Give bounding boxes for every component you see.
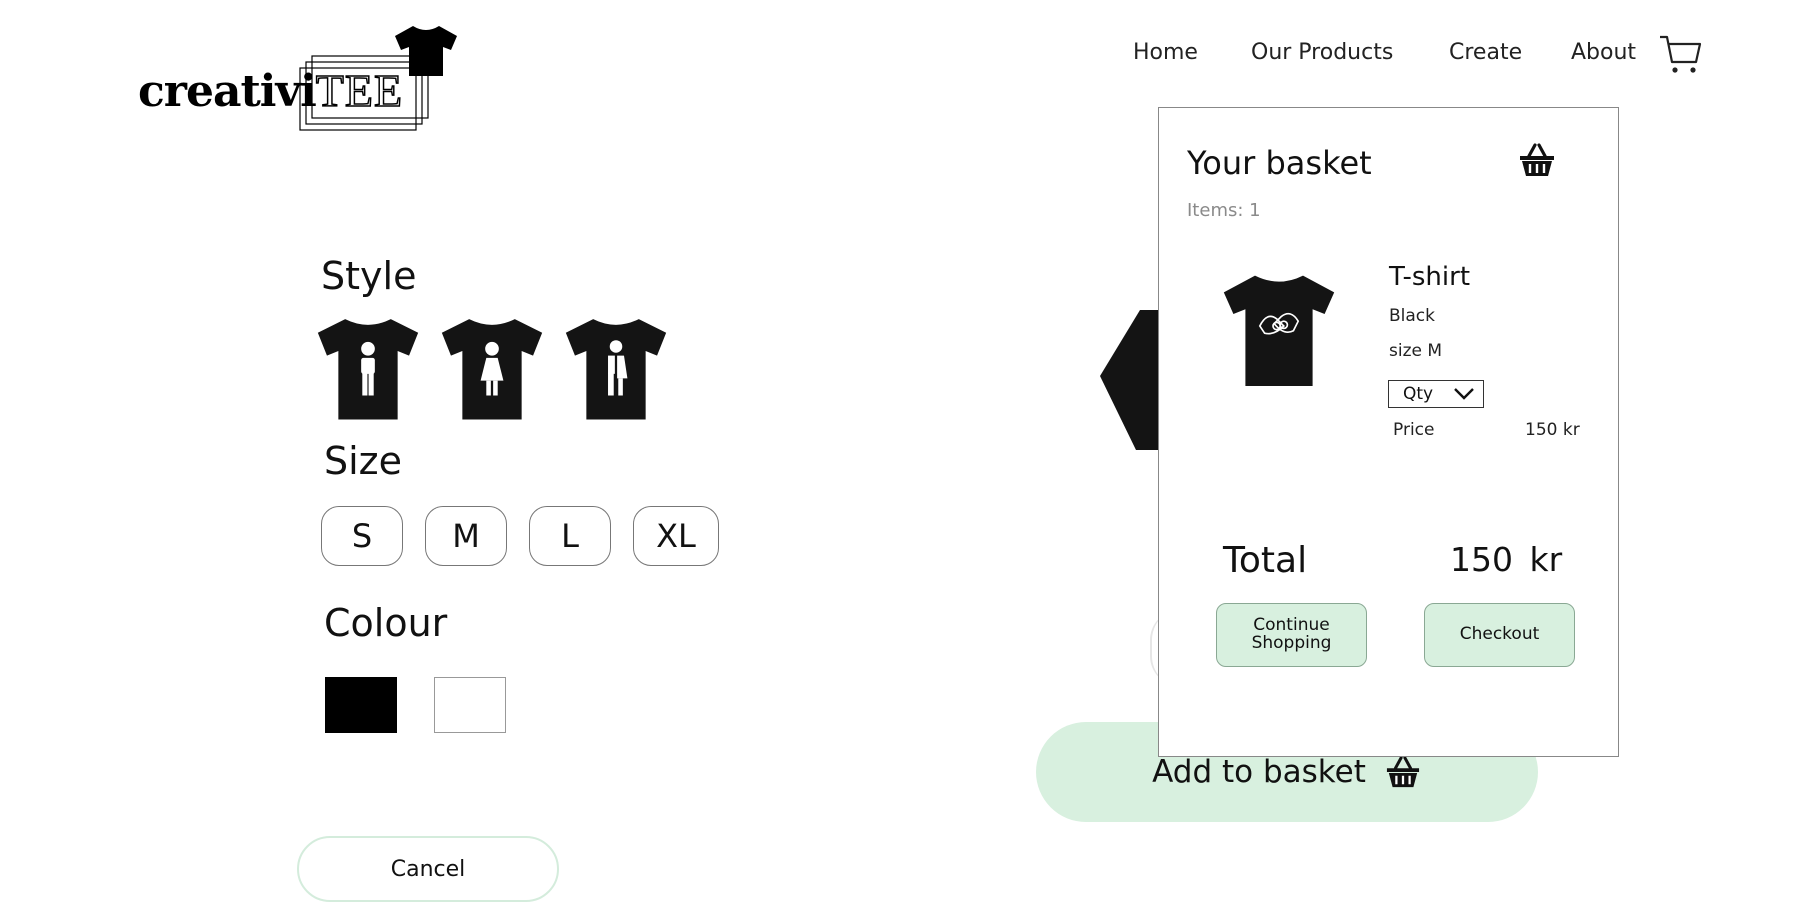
basket-icon: [1517, 142, 1557, 178]
nav-about[interactable]: About: [1571, 40, 1636, 65]
size-heading: Size: [324, 439, 403, 483]
basket-item-price-value: 150 kr: [1525, 420, 1580, 440]
basket-item-colour: Black: [1389, 306, 1435, 326]
chevron-down-icon: [1454, 388, 1474, 400]
brand-logo[interactable]: creativiTEE: [138, 24, 458, 134]
basket-item-tshirt-image: [1223, 275, 1335, 386]
male-tshirt-icon: [311, 308, 425, 426]
basket-total-value: 150 kr: [1450, 540, 1563, 579]
basket-item-name: T-shirt: [1389, 262, 1471, 292]
size-l-button[interactable]: L: [529, 506, 611, 566]
colour-black-swatch[interactable]: [325, 677, 397, 733]
quantity-select[interactable]: Qty: [1388, 380, 1484, 408]
style-female-option[interactable]: [435, 308, 549, 426]
shopping-cart-icon[interactable]: [1658, 32, 1702, 76]
colour-white-swatch[interactable]: [434, 677, 506, 733]
nav-our-products[interactable]: Our Products: [1251, 40, 1393, 65]
style-male-option[interactable]: [311, 308, 425, 426]
female-tshirt-icon: [435, 308, 549, 426]
add-to-basket-label: Add to basket: [1152, 754, 1366, 790]
continue-shopping-button[interactable]: Continue Shopping: [1216, 603, 1367, 667]
quantity-select-label: Qty: [1403, 384, 1434, 404]
unisex-tshirt-icon: [559, 308, 673, 426]
checkout-button[interactable]: Checkout: [1424, 603, 1575, 667]
basket-popup: Your basket Items: 1 T-shirt Black size …: [1158, 107, 1619, 757]
style-heading: Style: [321, 254, 417, 298]
size-m-button[interactable]: M: [425, 506, 507, 566]
basket-total-label: Total: [1223, 540, 1308, 581]
style-unisex-option[interactable]: [559, 308, 673, 426]
colour-heading: Colour: [324, 601, 448, 645]
basket-icon: [1384, 755, 1422, 789]
size-s-button[interactable]: S: [321, 506, 403, 566]
basket-items-count: Items: 1: [1187, 200, 1261, 221]
logo-main-text: creativi: [138, 66, 317, 117]
nav-create[interactable]: Create: [1449, 40, 1522, 65]
logo-wordmark: creativiTEE: [138, 65, 404, 117]
size-xl-button[interactable]: XL: [633, 506, 719, 566]
cancel-button[interactable]: Cancel: [297, 836, 559, 902]
basket-item-size: size M: [1389, 341, 1443, 361]
logo-accent-text: TEE: [315, 65, 404, 116]
basket-title: Your basket: [1187, 144, 1372, 182]
basket-item-price-label: Price: [1393, 420, 1435, 440]
nav-home[interactable]: Home: [1133, 40, 1198, 65]
